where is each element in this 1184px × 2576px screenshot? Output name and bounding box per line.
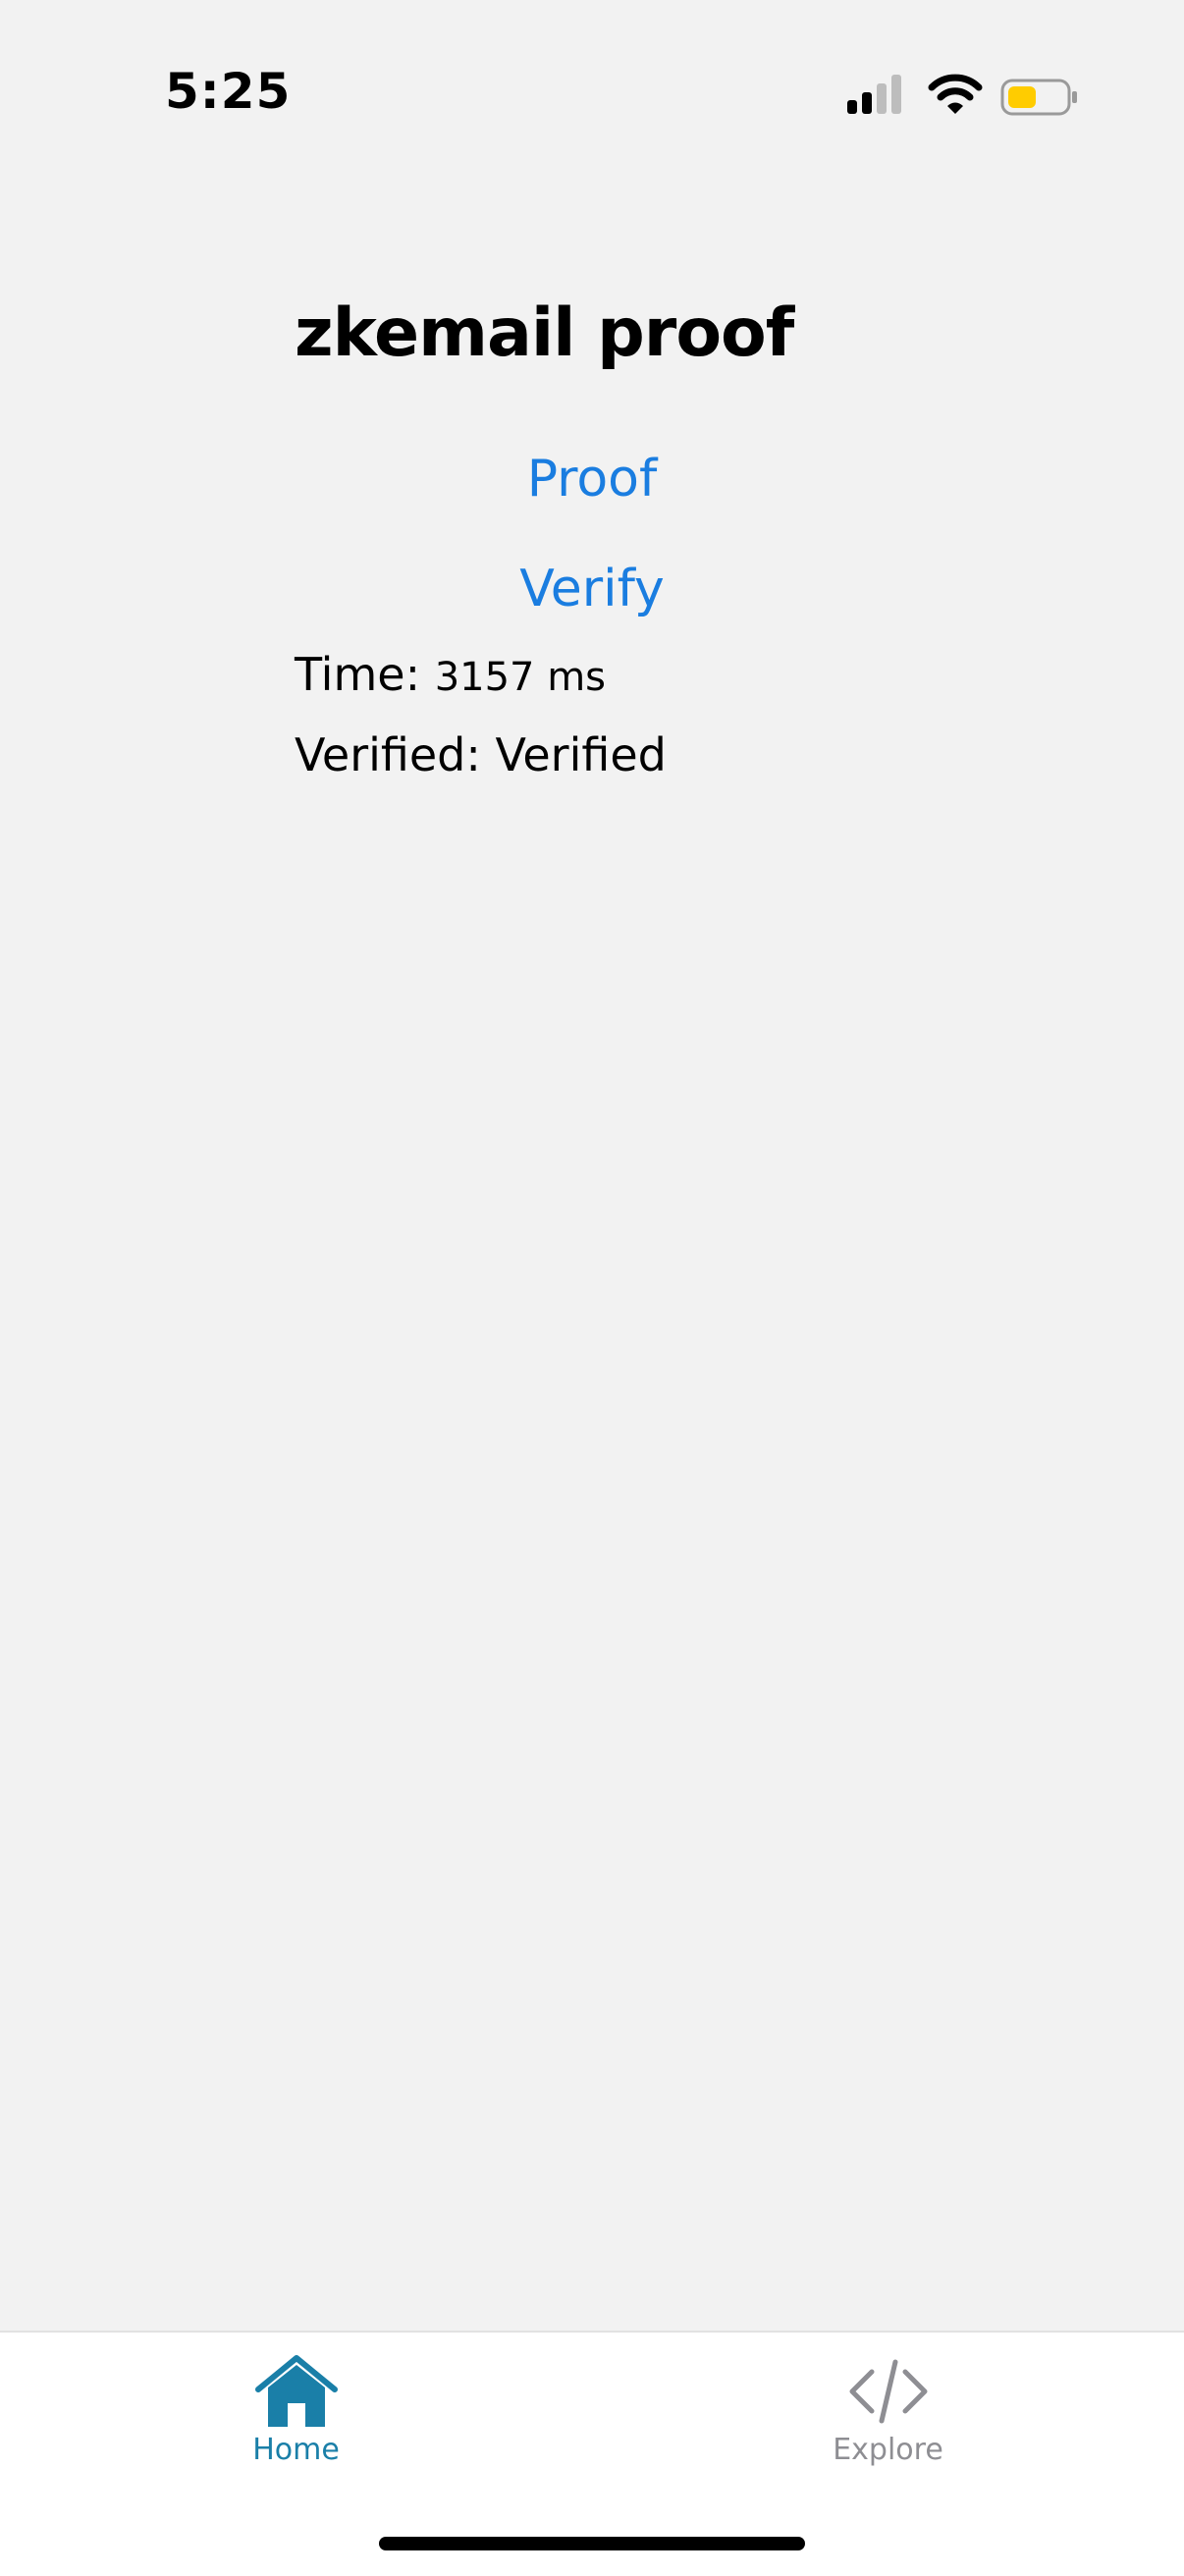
verified-value: Verified bbox=[495, 728, 667, 781]
wifi-icon bbox=[928, 74, 983, 114]
status-bar: 5:25 bbox=[0, 0, 1184, 187]
home-indicator[interactable] bbox=[379, 2537, 805, 2550]
status-time: 5:25 bbox=[165, 63, 292, 120]
time-label: Time: bbox=[295, 648, 435, 701]
tab-home[interactable]: Home bbox=[0, 2333, 592, 2480]
tab-home-label: Home bbox=[252, 2433, 340, 2467]
home-icon bbox=[254, 2355, 338, 2427]
tab-explore-label: Explore bbox=[833, 2433, 943, 2467]
verify-button[interactable]: Verify bbox=[0, 560, 1184, 618]
status-icons bbox=[847, 69, 1083, 124]
verified-label: Verified: bbox=[295, 728, 496, 781]
proof-button[interactable]: Proof bbox=[0, 450, 1184, 509]
signal-icon bbox=[847, 75, 902, 114]
tab-explore[interactable]: Explore bbox=[592, 2333, 1184, 2480]
verified-row: Verified: Verified bbox=[295, 728, 667, 781]
code-icon bbox=[849, 2359, 927, 2424]
time-value: 3157 ms bbox=[434, 655, 607, 700]
page-title: zkemail proof bbox=[295, 295, 794, 372]
battery-icon bbox=[1000, 79, 1077, 116]
time-row: Time: 3157 ms bbox=[295, 648, 606, 701]
